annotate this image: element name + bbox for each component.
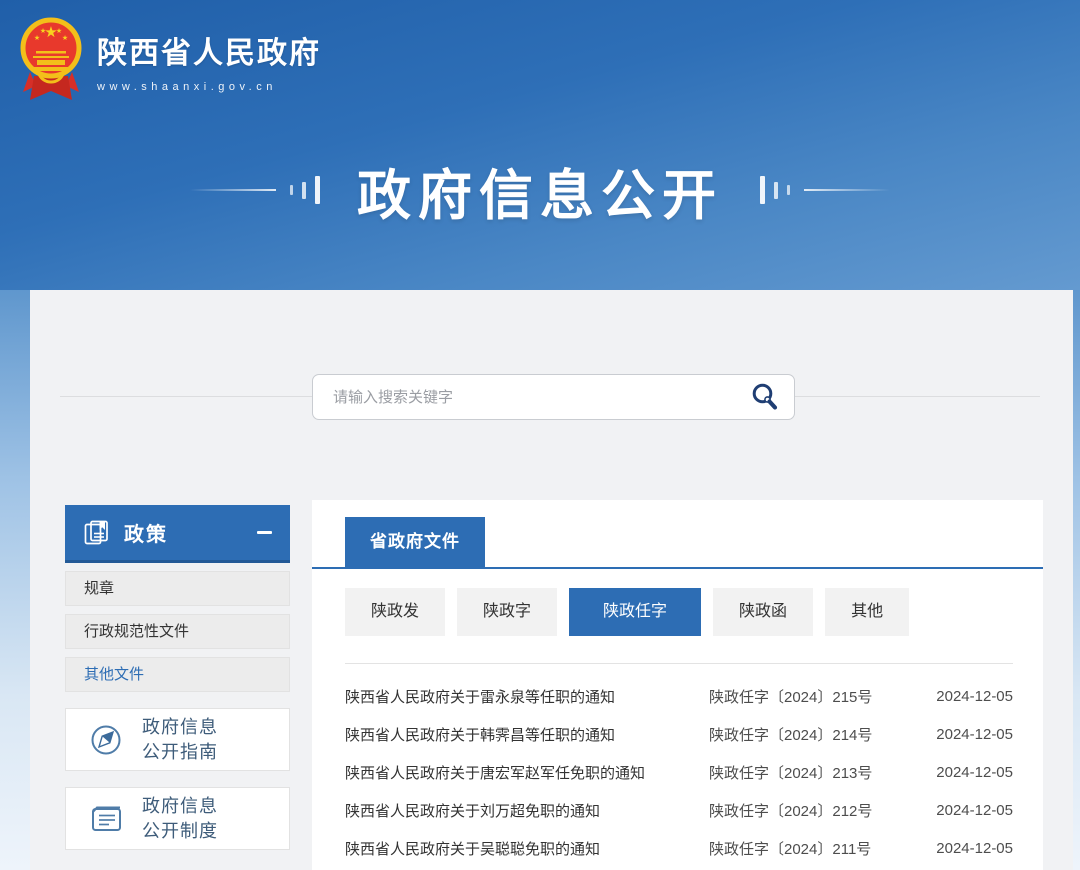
- document-date: 2024-12-05: [921, 688, 1013, 705]
- document-date: 2024-12-05: [921, 726, 1013, 743]
- document-number: 陕政任字〔2024〕215号: [709, 686, 921, 707]
- page-title: 政府信息公开: [357, 151, 723, 230]
- title-decoration-right: [751, 176, 890, 204]
- site-url[interactable]: www.shaanxi.gov.cn: [97, 81, 321, 93]
- document-row[interactable]: 陕西省人民政府关于刘万超免职的通知 陕政任字〔2024〕212号 2024-12…: [345, 791, 1013, 829]
- sidebar-header-policy[interactable]: 政策: [65, 505, 290, 563]
- top-banner: ★ ★ ★ ★ ★ 陕西省人民政府 www.shaanxi.gov.cn 政府信…: [0, 0, 1080, 290]
- document-date: 2024-12-05: [921, 840, 1013, 857]
- subtab-shanzhengrenzi[interactable]: 陕政任字: [569, 588, 701, 636]
- book-icon: [83, 519, 110, 546]
- svg-text:★: ★: [34, 34, 40, 42]
- search-box: [312, 374, 795, 420]
- document-date: 2024-12-05: [921, 802, 1013, 819]
- section-tab-bar: 省政府文件: [312, 500, 1043, 569]
- tab-provincial-government-documents[interactable]: 省政府文件: [345, 517, 485, 567]
- sidebar-item-regulations[interactable]: 规章: [65, 571, 290, 606]
- sidebar-link-label: 政府信息 公开指南: [142, 715, 218, 764]
- search-rule-right: [795, 396, 1040, 397]
- main-content: 省政府文件 陕政发 陕政字 陕政任字 陕政函 其他 陕西省人民政府关于雷永泉等任…: [312, 500, 1043, 870]
- document-title[interactable]: 陕西省人民政府关于刘万超免职的通知: [345, 800, 709, 821]
- subtab-other[interactable]: 其他: [825, 588, 909, 636]
- search-input[interactable]: [313, 389, 750, 406]
- search-rule-left: [60, 396, 312, 397]
- sidebar-link-disclosure-guide[interactable]: 政府信息 公开指南: [65, 708, 290, 771]
- document-number: 陕政任字〔2024〕213号: [709, 762, 921, 783]
- sidebar-link-disclosure-system[interactable]: 政府信息 公开制度: [65, 787, 290, 850]
- document-title[interactable]: 陕西省人民政府关于吴聪聪免职的通知: [345, 838, 709, 859]
- list-separator: [345, 663, 1013, 664]
- document-number: 陕政任字〔2024〕212号: [709, 800, 921, 821]
- subtab-shanzhengzi[interactable]: 陕政字: [457, 588, 557, 636]
- sidebar-header-label: 政策: [124, 518, 168, 547]
- svg-text:★: ★: [62, 34, 68, 42]
- subtab-shanzhengfa[interactable]: 陕政发: [345, 588, 445, 636]
- sidebar-item-administrative-normative-documents[interactable]: 行政规范性文件: [65, 614, 290, 649]
- subtab-shanzhenghan[interactable]: 陕政函: [713, 588, 813, 636]
- title-decoration-left: [190, 176, 329, 204]
- document-title[interactable]: 陕西省人民政府关于雷永泉等任职的通知: [345, 686, 709, 707]
- document-row[interactable]: 陕西省人民政府关于雷永泉等任职的通知 陕政任字〔2024〕215号 2024-1…: [345, 677, 1013, 715]
- document-category-tabs: 陕政发 陕政字 陕政任字 陕政函 其他: [345, 588, 1013, 636]
- search-button[interactable]: [750, 382, 794, 412]
- minus-icon[interactable]: [257, 531, 272, 534]
- document-row[interactable]: 陕西省人民政府关于韩霁昌等任职的通知 陕政任字〔2024〕214号 2024-1…: [345, 715, 1013, 753]
- site-header: ★ ★ ★ ★ ★ 陕西省人民政府 www.shaanxi.gov.cn: [20, 12, 321, 108]
- document-title[interactable]: 陕西省人民政府关于唐宏军赵军任免职的通知: [345, 762, 709, 783]
- sidebar-item-other-documents[interactable]: 其他文件: [65, 657, 290, 692]
- document-list: 陕西省人民政府关于雷永泉等任职的通知 陕政任字〔2024〕215号 2024-1…: [345, 677, 1013, 867]
- china-national-emblem-icon: ★ ★ ★ ★ ★: [20, 12, 82, 108]
- document-title[interactable]: 陕西省人民政府关于韩霁昌等任职的通知: [345, 724, 709, 745]
- compass-icon: [88, 722, 124, 758]
- sidebar: 政策 规章 行政规范性文件 其他文件 政府信息 公开指南: [65, 505, 290, 850]
- document-row[interactable]: 陕西省人民政府关于吴聪聪免职的通知 陕政任字〔2024〕211号 2024-12…: [345, 829, 1013, 867]
- svg-text:★: ★: [56, 27, 62, 35]
- document-number: 陕政任字〔2024〕211号: [709, 838, 921, 859]
- content-panel: 政策 规章 行政规范性文件 其他文件 政府信息 公开指南: [30, 290, 1073, 870]
- document-row[interactable]: 陕西省人民政府关于唐宏军赵军任免职的通知 陕政任字〔2024〕213号 2024…: [345, 753, 1013, 791]
- sidebar-link-label: 政府信息 公开制度: [142, 794, 218, 843]
- document-date: 2024-12-05: [921, 764, 1013, 781]
- svg-text:★: ★: [40, 27, 46, 35]
- site-name[interactable]: 陕西省人民政府: [97, 28, 321, 72]
- document-number: 陕政任字〔2024〕214号: [709, 724, 921, 745]
- search-icon: [750, 382, 780, 412]
- document-lines-icon: [88, 802, 124, 836]
